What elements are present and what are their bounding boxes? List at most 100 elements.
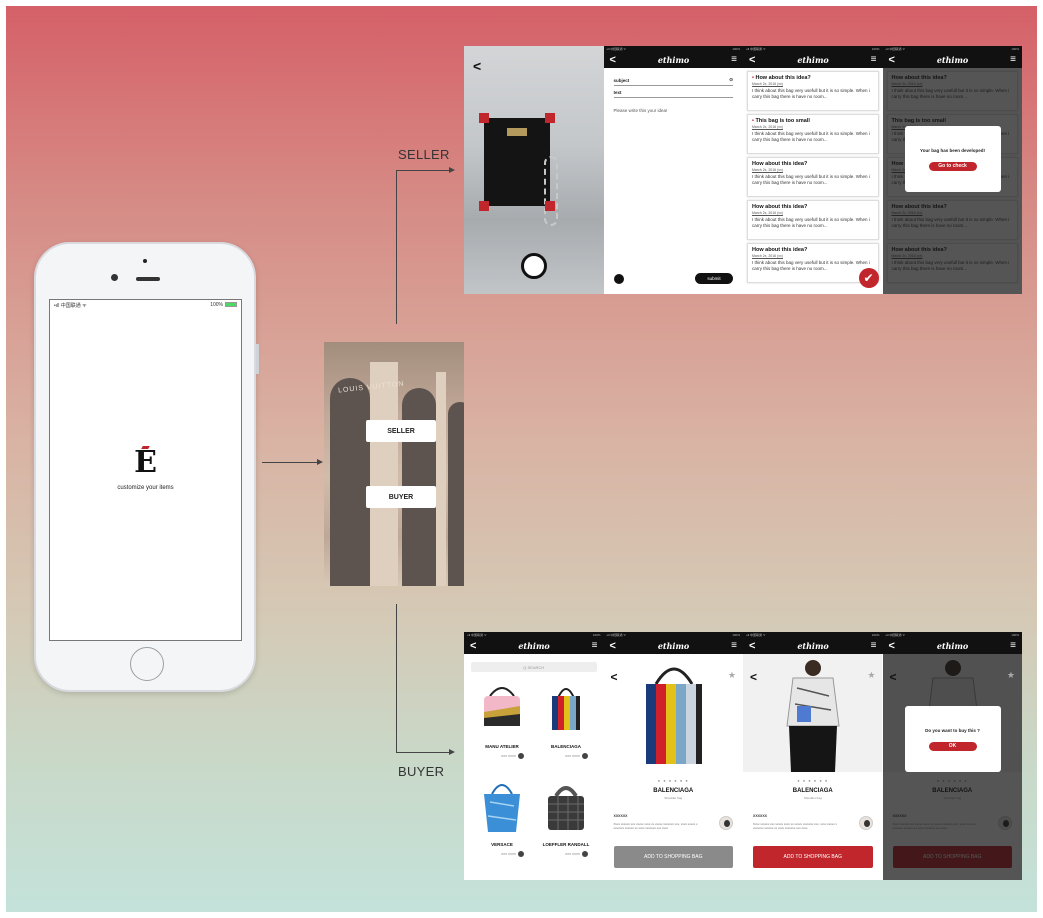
carrier-signal: •ıll 中国联通 ᯤ bbox=[606, 633, 627, 637]
bag-image bbox=[552, 688, 580, 730]
idea-title-text: How about this idea? bbox=[755, 75, 811, 81]
product-description: XXXXXX Xxxx xxxxxx xxx xxxxx xxxx xx xxxx… bbox=[753, 814, 841, 830]
buyer-arrow-head bbox=[449, 749, 455, 755]
shutter-button[interactable] bbox=[521, 253, 547, 279]
seller-button[interactable]: SELLER bbox=[366, 420, 436, 442]
brand-title: ethimo bbox=[936, 641, 969, 651]
microphone-icon[interactable] bbox=[613, 273, 624, 284]
bag-image bbox=[484, 687, 520, 726]
check-icon[interactable]: ✔ bbox=[858, 268, 879, 288]
seller-ideas-screen: •ıll 中国联通 ᯤ 100% < ethimo ≡ • How about t… bbox=[743, 46, 883, 294]
arrow-line bbox=[262, 462, 318, 463]
detail-back-icon[interactable]: < bbox=[750, 670, 757, 684]
carrier-signal: •ıll 中国联通 ᯤ bbox=[54, 302, 87, 309]
back-icon[interactable]: < bbox=[610, 54, 616, 66]
product-seller: XXX XXXX bbox=[501, 754, 516, 758]
dialog-message: Your bag has been developed! bbox=[920, 147, 985, 153]
menu-icon[interactable]: ≡ bbox=[871, 55, 877, 65]
focus-corner bbox=[545, 113, 555, 123]
idea-card[interactable]: • How about this idea? March 2x, 2016 (x… bbox=[747, 71, 879, 111]
splash-phone: •ıll 中国联通 ᯤ 100% E customize your items bbox=[34, 242, 259, 692]
battery-percent: 100% bbox=[732, 633, 740, 637]
idea-card[interactable]: • This bag is too small March 2x, 2016 (… bbox=[747, 114, 879, 154]
idea-title-text: This bag is too small bbox=[755, 118, 810, 124]
camera-dot bbox=[143, 259, 147, 263]
text-label: text bbox=[613, 90, 622, 95]
idea-card[interactable]: How about this idea? March 2x, 2016 (xx)… bbox=[747, 200, 879, 240]
add-to-bag-button[interactable]: ADD TO SHOPPING BAG bbox=[613, 846, 733, 868]
detail-back-icon[interactable]: < bbox=[890, 670, 897, 684]
product-seller: XXX XXXX bbox=[565, 852, 580, 856]
idea-title: How about this idea? bbox=[752, 161, 808, 167]
text-field[interactable]: text bbox=[613, 86, 733, 98]
brand-title: ethimo bbox=[797, 641, 829, 651]
focus-corner bbox=[479, 113, 489, 123]
dialog-message: Do you want to buy this ? bbox=[925, 727, 980, 733]
add-to-bag-button[interactable]: ADD TO SHOPPING BAG bbox=[753, 846, 873, 868]
idea-card[interactable]: How about this idea? March 2x, 2016 (xx)… bbox=[747, 157, 879, 197]
product-card[interactable]: MANU ATELIER XXX XXXX bbox=[470, 678, 534, 770]
ideas-list: • How about this idea? March 2x, 2016 (x… bbox=[743, 68, 883, 289]
back-icon[interactable]: < bbox=[889, 54, 895, 66]
seller-avatar[interactable] bbox=[858, 816, 873, 830]
brand-title: ethimo bbox=[518, 641, 550, 651]
brand-title: ethimo bbox=[657, 55, 690, 65]
back-icon[interactable]: < bbox=[470, 640, 476, 652]
search-input[interactable]: Q SEARCH bbox=[471, 662, 597, 672]
nav-bar: < ethimo ≡ bbox=[882, 52, 1022, 68]
submit-button[interactable]: submit bbox=[695, 273, 733, 284]
back-icon[interactable]: < bbox=[610, 640, 616, 652]
menu-icon[interactable]: ≡ bbox=[592, 641, 598, 651]
menu-icon[interactable]: ≡ bbox=[1010, 55, 1016, 65]
detail-back-icon[interactable]: < bbox=[611, 670, 618, 684]
camera-back-icon[interactable]: < bbox=[473, 58, 481, 74]
battery-percent: 100% bbox=[592, 633, 601, 637]
menu-icon[interactable]: ≡ bbox=[871, 641, 877, 651]
go-to-check-button[interactable]: Go to check bbox=[928, 161, 977, 171]
product-name: MANU ATELIER bbox=[485, 744, 519, 749]
front-camera bbox=[111, 274, 118, 281]
product-card[interactable]: LOEFFLER RANDALL XXX XXXX bbox=[534, 776, 598, 868]
carrier-signal: •ıll 中国联通 ᯤ bbox=[885, 633, 906, 637]
product-name: BALENCIAGA bbox=[792, 788, 833, 794]
idea-date: March 2x, 2016 (xx) bbox=[752, 168, 783, 172]
clear-icon[interactable]: ⊙ bbox=[729, 77, 733, 83]
ok-button[interactable]: OK bbox=[928, 741, 977, 751]
subject-field[interactable]: subject ⊙ bbox=[613, 74, 733, 86]
back-icon[interactable]: < bbox=[749, 54, 755, 66]
photo-overlay bbox=[324, 342, 464, 586]
favorite-star-icon[interactable]: ★ bbox=[867, 670, 875, 681]
seller-avatar[interactable] bbox=[719, 816, 733, 830]
product-name: BALENCIAGA bbox=[653, 788, 694, 794]
menu-icon[interactable]: ≡ bbox=[731, 641, 737, 651]
carrier-signal: •ıll 中国联通 ᯤ bbox=[606, 47, 627, 51]
favorite-star-icon[interactable]: ★ bbox=[1007, 670, 1015, 681]
battery-icon bbox=[225, 302, 237, 308]
buyer-button[interactable]: BUYER bbox=[366, 486, 436, 508]
menu-icon[interactable]: ≡ bbox=[1010, 641, 1016, 651]
back-icon[interactable]: < bbox=[749, 640, 755, 652]
seller-avatar bbox=[582, 753, 588, 759]
battery-percent: 100% bbox=[871, 47, 880, 51]
back-icon[interactable]: < bbox=[889, 640, 895, 652]
carrier-signal: •ıll 中国联通 ᯤ bbox=[746, 47, 766, 51]
product-card[interactable]: VERSACE XXX XXXX bbox=[470, 776, 534, 868]
bag-image bbox=[548, 786, 584, 830]
brand-title: ethimo bbox=[797, 55, 829, 65]
brand-title: ethimo bbox=[936, 55, 969, 65]
menu-icon[interactable]: ≡ bbox=[731, 55, 737, 65]
carousel-dots[interactable]: ● ● ● ● ● ● bbox=[604, 778, 744, 783]
bag-image bbox=[645, 667, 702, 764]
product-description: XXXXXX Xxxx xxxxxx xxx xxxxx xxxx xx xxxx… bbox=[614, 814, 702, 830]
carousel-dots[interactable]: ● ● ● ● ● ● bbox=[743, 778, 883, 783]
nav-bar: < ethimo ≡ bbox=[743, 638, 883, 654]
favorite-star-icon[interactable]: ★ bbox=[728, 670, 736, 681]
splash-screen: •ıll 中国联通 ᯤ 100% E customize your items bbox=[49, 299, 242, 641]
buyer-flow-strip: •ıll 中国联通 ᯤ 100% < ethimo ≡ Q SEARCH MANU… bbox=[464, 632, 1022, 880]
product-card[interactable]: BALENCIAGA XXX XXXX bbox=[534, 678, 598, 770]
home-button[interactable] bbox=[130, 647, 164, 681]
speaker-grille bbox=[136, 277, 160, 281]
carrier-signal: •ıll 中国联通 ᯤ bbox=[746, 633, 766, 637]
product-seller: XXX XXXX bbox=[565, 754, 580, 758]
seller-avatar bbox=[518, 851, 524, 857]
